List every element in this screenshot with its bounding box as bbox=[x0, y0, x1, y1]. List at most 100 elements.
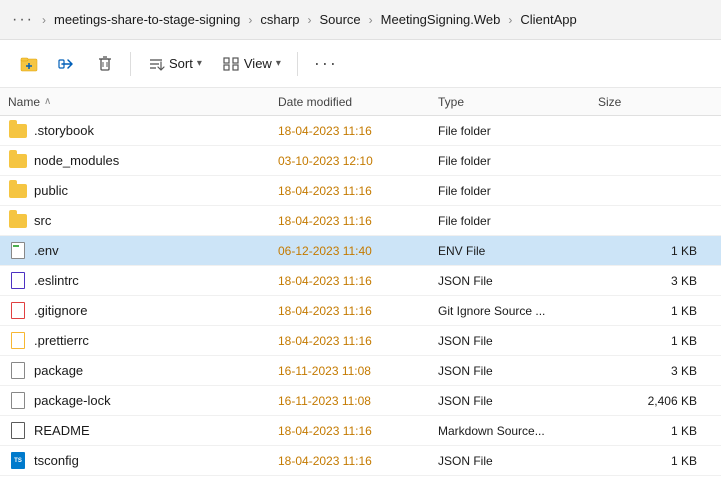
file-date: 18-04-2023 11:16 bbox=[278, 124, 438, 138]
file-name: .env bbox=[34, 243, 278, 258]
file-icon-1 bbox=[8, 151, 28, 171]
file-type: Git Ignore Source ... bbox=[438, 304, 598, 318]
folder-icon bbox=[9, 214, 27, 228]
file-icon-7 bbox=[8, 331, 28, 351]
prettier-file-icon bbox=[11, 332, 25, 349]
breadcrumb-item-root[interactable]: meetings-share-to-stage-signing bbox=[50, 10, 244, 29]
file-date: 18-04-2023 11:16 bbox=[278, 454, 438, 468]
table-row[interactable]: .eslintrc18-04-2023 11:16JSON File3 KB bbox=[0, 266, 721, 296]
file-name: package bbox=[34, 363, 278, 378]
file-type: File folder bbox=[438, 214, 598, 228]
toolbar: Sort ▾ View ▾ ··· bbox=[0, 40, 721, 88]
delete-button[interactable] bbox=[88, 49, 122, 79]
file-name: node_modules bbox=[34, 153, 278, 168]
file-name: .gitignore bbox=[34, 303, 278, 318]
folder-icon bbox=[9, 124, 27, 138]
toolbar-separator-2 bbox=[297, 52, 298, 76]
file-date: 18-04-2023 11:16 bbox=[278, 214, 438, 228]
breadcrumb-sep-2: › bbox=[307, 13, 311, 27]
col-header-type[interactable]: Type bbox=[438, 95, 598, 109]
file-name: .eslintrc bbox=[34, 273, 278, 288]
file-type: File folder bbox=[438, 124, 598, 138]
file-date: 06-12-2023 11:40 bbox=[278, 244, 438, 258]
file-date: 18-04-2023 11:16 bbox=[278, 334, 438, 348]
ts-file-icon: TS bbox=[11, 452, 25, 469]
package-file-icon bbox=[11, 392, 25, 409]
file-icon-8 bbox=[8, 361, 28, 381]
file-size: 1 KB bbox=[598, 244, 713, 258]
file-size: 1 KB bbox=[598, 424, 713, 438]
view-button[interactable]: View ▾ bbox=[214, 49, 289, 79]
breadcrumb-item-csharp[interactable]: csharp bbox=[256, 10, 303, 29]
file-type: Markdown Source... bbox=[438, 424, 598, 438]
file-type: ENV File bbox=[438, 244, 598, 258]
table-row[interactable]: src18-04-2023 11:16File folder bbox=[0, 206, 721, 236]
toolbar-separator-1 bbox=[130, 52, 131, 76]
view-label: View bbox=[244, 56, 272, 71]
file-name: package-lock bbox=[34, 393, 278, 408]
delete-icon bbox=[96, 55, 114, 73]
file-icon-6 bbox=[8, 301, 28, 321]
table-row[interactable]: .storybook18-04-2023 11:16File folder bbox=[0, 116, 721, 146]
file-type: JSON File bbox=[438, 334, 598, 348]
file-name: tsconfig bbox=[34, 453, 278, 468]
file-list: Name ∧ Date modified Type Size .storyboo… bbox=[0, 88, 721, 476]
file-size: 2,406 KB bbox=[598, 394, 713, 408]
file-icon-9 bbox=[8, 391, 28, 411]
git-file-icon bbox=[11, 302, 25, 319]
file-type: JSON File bbox=[438, 454, 598, 468]
file-icon-4 bbox=[8, 241, 28, 261]
table-row[interactable]: node_modules03-10-2023 12:10File folder bbox=[0, 146, 721, 176]
file-date: 18-04-2023 11:16 bbox=[278, 184, 438, 198]
file-icon-0 bbox=[8, 121, 28, 141]
table-row[interactable]: .gitignore18-04-2023 11:16Git Ignore Sou… bbox=[0, 296, 721, 326]
md-file-icon bbox=[11, 422, 25, 439]
eslint-file-icon bbox=[11, 272, 25, 289]
file-type: File folder bbox=[438, 154, 598, 168]
breadcrumb-bar: ··· › meetings-share-to-stage-signing › … bbox=[0, 0, 721, 40]
table-row[interactable]: .prettierrc18-04-2023 11:16JSON File1 KB bbox=[0, 326, 721, 356]
breadcrumb-back-dots[interactable]: ··· bbox=[8, 9, 38, 31]
new-folder-icon bbox=[20, 55, 38, 73]
breadcrumb-item-web[interactable]: MeetingSigning.Web bbox=[377, 10, 505, 29]
table-row[interactable]: TStsconfig18-04-2023 11:16JSON File1 KB bbox=[0, 446, 721, 476]
sort-label: Sort bbox=[169, 56, 193, 71]
share-button[interactable] bbox=[50, 49, 84, 79]
file-type: JSON File bbox=[438, 394, 598, 408]
new-folder-button[interactable] bbox=[12, 49, 46, 79]
sort-chevron-icon: ▾ bbox=[197, 58, 202, 69]
file-size: 1 KB bbox=[598, 334, 713, 348]
file-date: 16-11-2023 11:08 bbox=[278, 394, 438, 408]
file-icon-11: TS bbox=[8, 451, 28, 471]
table-row[interactable]: public18-04-2023 11:16File folder bbox=[0, 176, 721, 206]
breadcrumb-sep-0: › bbox=[42, 13, 46, 27]
sort-button[interactable]: Sort ▾ bbox=[139, 49, 210, 79]
package-file-icon bbox=[11, 362, 25, 379]
file-date: 03-10-2023 12:10 bbox=[278, 154, 438, 168]
view-chevron-icon: ▾ bbox=[276, 58, 281, 69]
folder-icon bbox=[9, 184, 27, 198]
more-button[interactable]: ··· bbox=[306, 47, 346, 80]
file-date: 18-04-2023 11:16 bbox=[278, 424, 438, 438]
col-header-name[interactable]: Name ∧ bbox=[8, 95, 278, 109]
col-header-size[interactable]: Size bbox=[598, 95, 713, 109]
file-type: JSON File bbox=[438, 364, 598, 378]
col-header-date[interactable]: Date modified bbox=[278, 95, 438, 109]
more-icon: ··· bbox=[314, 53, 338, 74]
file-name: README bbox=[34, 423, 278, 438]
breadcrumb-item-source[interactable]: Source bbox=[315, 10, 364, 29]
table-row[interactable]: package16-11-2023 11:08JSON File3 KB bbox=[0, 356, 721, 386]
file-name: src bbox=[34, 213, 278, 228]
file-size: 3 KB bbox=[598, 364, 713, 378]
file-date: 18-04-2023 11:16 bbox=[278, 274, 438, 288]
view-icon bbox=[222, 55, 240, 73]
breadcrumb-item-clientapp[interactable]: ClientApp bbox=[516, 10, 580, 29]
table-row[interactable]: package-lock16-11-2023 11:08JSON File2,4… bbox=[0, 386, 721, 416]
sort-icon bbox=[147, 55, 165, 73]
file-name: .prettierrc bbox=[34, 333, 278, 348]
file-icon-2 bbox=[8, 181, 28, 201]
table-row[interactable]: README18-04-2023 11:16Markdown Source...… bbox=[0, 416, 721, 446]
file-icon-3 bbox=[8, 211, 28, 231]
file-rows-container: .storybook18-04-2023 11:16File foldernod… bbox=[0, 116, 721, 476]
table-row[interactable]: .env06-12-2023 11:40ENV File1 KB bbox=[0, 236, 721, 266]
